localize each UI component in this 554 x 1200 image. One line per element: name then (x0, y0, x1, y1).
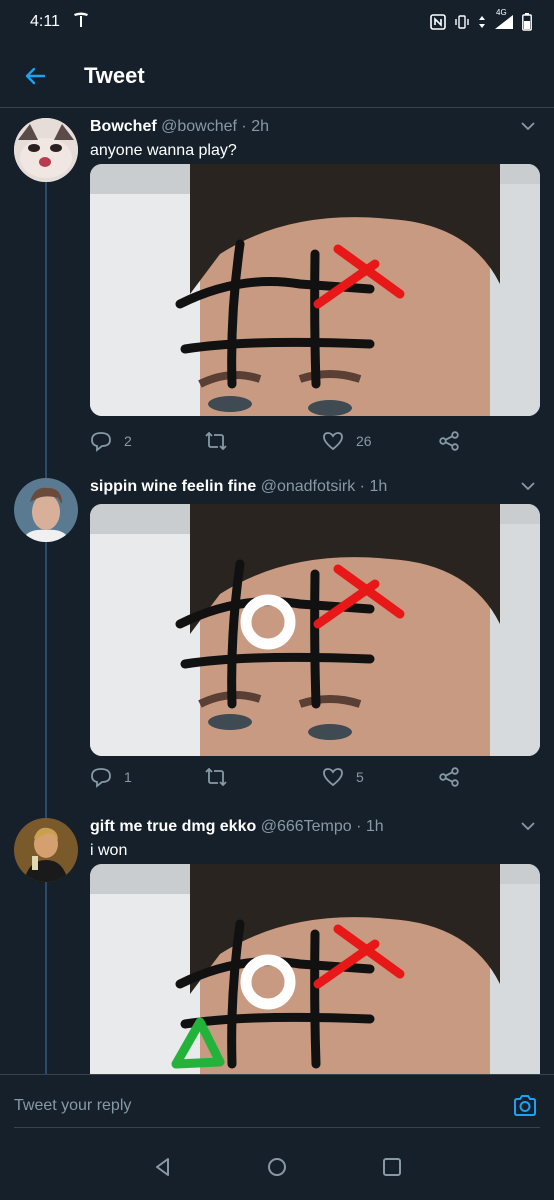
tweet-image[interactable] (90, 504, 540, 756)
camera-icon[interactable] (512, 1093, 538, 1119)
nfc-icon (430, 14, 446, 30)
avatar[interactable] (14, 118, 78, 182)
tweet-header: Bowchef @bowchef · 2h (90, 118, 269, 136)
triangle-back-icon[interactable] (152, 1156, 174, 1178)
chevron-down-icon[interactable] (518, 476, 538, 496)
tweet[interactable]: Bowchef @bowchef · 2h anyone wanna play? (0, 112, 554, 462)
tweet-header: gift me true dmg ekko @666Tempo · 1h (90, 818, 384, 836)
reply-icon (91, 768, 111, 788)
tweet-actions: 2 26 (90, 430, 540, 458)
reply-underline (14, 1127, 540, 1128)
heart-icon (323, 432, 343, 451)
square-recents-icon[interactable] (381, 1156, 403, 1178)
share-icon (439, 431, 459, 451)
user-handle[interactable]: @onadfotsirk (261, 478, 356, 495)
retweet-button[interactable] (204, 430, 228, 452)
reply-icon (91, 432, 111, 452)
tweet-time: 1h (369, 478, 388, 495)
network-type: 4G (496, 8, 507, 17)
like-count: 26 (356, 433, 372, 449)
like-count: 5 (356, 769, 364, 785)
tweet[interactable]: sippin wine feelin fine @onadfotsirk · 1… (0, 472, 554, 802)
tesla-icon (72, 11, 90, 34)
data-arrows-icon (478, 15, 486, 29)
chevron-down-icon[interactable] (518, 116, 538, 136)
reply-composer: Tweet your reply (0, 1074, 554, 1134)
tweet[interactable]: gift me true dmg ekko @666Tempo · 1h i w… (0, 812, 554, 1074)
chevron-down-icon[interactable] (518, 816, 538, 836)
display-name[interactable]: Bowchef (90, 118, 157, 135)
tweet-text: i won (90, 842, 128, 859)
user-handle[interactable]: @666Tempo (261, 818, 352, 835)
user-handle[interactable]: @bowchef (161, 118, 237, 135)
tweet-time: 1h (365, 818, 384, 835)
separator-dot: · (356, 818, 362, 835)
share-button[interactable] (438, 430, 460, 452)
heart-icon (323, 768, 343, 787)
reply-input[interactable]: Tweet your reply (14, 1097, 131, 1115)
system-nav-bar (0, 1134, 554, 1200)
reply-count: 1 (124, 769, 132, 785)
like-button[interactable]: 26 (322, 430, 372, 452)
like-button[interactable]: 5 (322, 766, 364, 788)
page-title: Tweet (84, 62, 145, 88)
share-button[interactable] (438, 766, 460, 788)
tweet-text: anyone wanna play? (90, 142, 237, 159)
display-name[interactable]: sippin wine feelin fine (90, 478, 256, 495)
battery-icon (522, 13, 532, 31)
tweet-image[interactable] (90, 864, 540, 1074)
tweet-actions: 1 5 (90, 766, 540, 794)
avatar[interactable] (14, 818, 78, 882)
separator-dot: · (241, 118, 247, 135)
avatar[interactable] (14, 478, 78, 542)
retweet-icon (205, 767, 227, 787)
retweet-button[interactable] (204, 766, 228, 788)
back-button[interactable] (0, 44, 70, 108)
status-time: 4:11 (30, 13, 60, 30)
share-icon (439, 767, 459, 787)
retweet-icon (205, 431, 227, 451)
status-bar: 4:11 4G (0, 0, 554, 44)
signal-icon: 4G (494, 8, 514, 30)
separator-dot: · (359, 478, 365, 495)
top-app-bar: Tweet (0, 44, 554, 108)
vibrate-icon (454, 14, 470, 30)
tweet-time: 2h (251, 118, 269, 135)
reply-count: 2 (124, 433, 132, 449)
circle-home-icon[interactable] (266, 1156, 288, 1178)
display-name[interactable]: gift me true dmg ekko (90, 818, 256, 835)
tweet-image[interactable] (90, 164, 540, 416)
tweet-header: sippin wine feelin fine @onadfotsirk · 1… (90, 478, 387, 496)
arrow-left-icon (25, 67, 46, 84)
reply-button[interactable]: 1 (90, 766, 132, 788)
reply-button[interactable]: 2 (90, 430, 132, 452)
